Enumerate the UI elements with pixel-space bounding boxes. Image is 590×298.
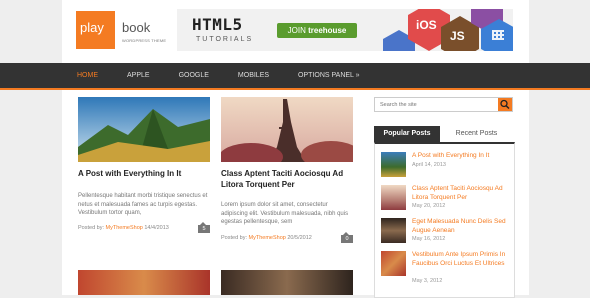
list-item[interactable]: Eget Malesuada Nunc Delis Sed Augue Aene… [381, 218, 511, 248]
banner-cta-prefix: JOIN [287, 26, 306, 35]
popular-post-title[interactable]: Eget Malesuada Nunc Delis Sed Augue Aene… [412, 218, 511, 235]
popular-posts-list: A Post with Everything In It April 14, 2… [374, 142, 515, 298]
post-thumbnail[interactable] [221, 97, 353, 162]
post-title[interactable]: Class Aptent Taciti Aociosqu Ad Litora T… [221, 168, 351, 190]
logo[interactable]: play [76, 11, 115, 49]
logo-word-play: play [80, 20, 104, 35]
popular-post-date: May 3, 2012 [412, 278, 443, 284]
ad-banner[interactable]: HTML5 TUTORIALS JOIN treehouse iOS JS [177, 9, 513, 51]
popular-post-thumbnail[interactable] [381, 251, 406, 276]
post-author-link[interactable]: MyThemeShop [249, 235, 286, 241]
popular-post-title[interactable]: Class Aptent Taciti Aociosqu Ad Litora T… [412, 185, 511, 202]
site-header: play book WORDPRESS THEME HTML5 TUTORIAL… [62, 0, 529, 63]
post-title[interactable]: A Post with Everything In It [78, 168, 198, 179]
nav-item-apple[interactable]: APPLE [127, 63, 150, 88]
grid-icon [492, 30, 504, 40]
logo-tagline: WORDPRESS THEME [122, 38, 167, 43]
ios-badge: iOS [416, 18, 437, 32]
tab-recent-posts[interactable]: Recent Posts [440, 126, 513, 142]
list-item[interactable]: Class Aptent Taciti Aociosqu Ad Litora T… [381, 185, 511, 215]
banner-hexagons [383, 9, 513, 51]
logo-word-book: book [122, 20, 151, 35]
popular-post-date: April 14, 2013 [412, 162, 446, 168]
posted-by-label: Posted by: [221, 235, 247, 241]
main-nav: HOME APPLE GOOGLE MOBILES OPTIONS PANEL … [0, 63, 590, 90]
nav-item-options-panel[interactable]: OPTIONS PANEL » [298, 63, 359, 88]
list-item[interactable]: A Post with Everything In It April 14, 2… [381, 152, 511, 182]
sidebar-tabs: Popular Posts Recent Posts [374, 126, 513, 142]
banner-cta-brand: treehouse [308, 26, 347, 35]
popular-post-thumbnail[interactable] [381, 218, 406, 243]
search-icon [500, 99, 510, 110]
post-excerpt: Lorem ipsum dolor sit amet, consectetur … [221, 202, 349, 225]
search-input[interactable] [377, 99, 499, 110]
popular-post-date: May 16, 2012 [412, 236, 446, 242]
banner-subline: TUTORIALS [196, 36, 254, 43]
comment-count-badge[interactable]: 5 [198, 222, 210, 233]
nav-item-google[interactable]: GOOGLE [179, 63, 209, 88]
post-excerpt: Pellentesque habitant morbi tristique se… [78, 193, 208, 216]
post-thumbnail[interactable] [221, 270, 353, 295]
nav-item-home[interactable]: HOME [77, 63, 98, 88]
popular-post-title[interactable]: Vestibulum Ante Ipsum Primis In Faucibus… [412, 251, 511, 268]
tab-popular-posts[interactable]: Popular Posts [374, 126, 440, 142]
mountain-image [78, 97, 210, 162]
post-thumbnail[interactable] [78, 97, 210, 162]
nav-item-mobiles[interactable]: MOBILES [238, 63, 269, 88]
banner-cta-button[interactable]: JOIN treehouse [277, 23, 357, 38]
post-date: 14/4/2013 [144, 225, 169, 231]
posted-by-label: Posted by: [78, 225, 104, 231]
list-item[interactable]: Vestibulum Ante Ipsum Primis In Faucibus… [381, 251, 511, 284]
popular-post-thumbnail[interactable] [381, 185, 406, 210]
comment-count-badge[interactable]: 0 [341, 232, 353, 243]
popular-post-title[interactable]: A Post with Everything In It [412, 152, 511, 161]
post-date: 20/5/2012 [287, 235, 312, 241]
post-author-link[interactable]: MyThemeShop [106, 225, 143, 231]
popular-post-date: May 20, 2012 [412, 203, 446, 209]
search-button[interactable] [498, 98, 512, 111]
search-box [374, 97, 513, 112]
post-thumbnail[interactable] [78, 270, 210, 295]
banner-headline: HTML5 [192, 15, 243, 34]
popular-post-thumbnail[interactable] [381, 152, 406, 177]
post-meta: Posted by: MyThemeShop 14/4/2013 [78, 225, 169, 231]
post-meta: Posted by: MyThemeShop 20/5/2012 [221, 235, 312, 241]
eiffel-tower-image [221, 97, 353, 162]
js-badge: JS [450, 29, 465, 43]
